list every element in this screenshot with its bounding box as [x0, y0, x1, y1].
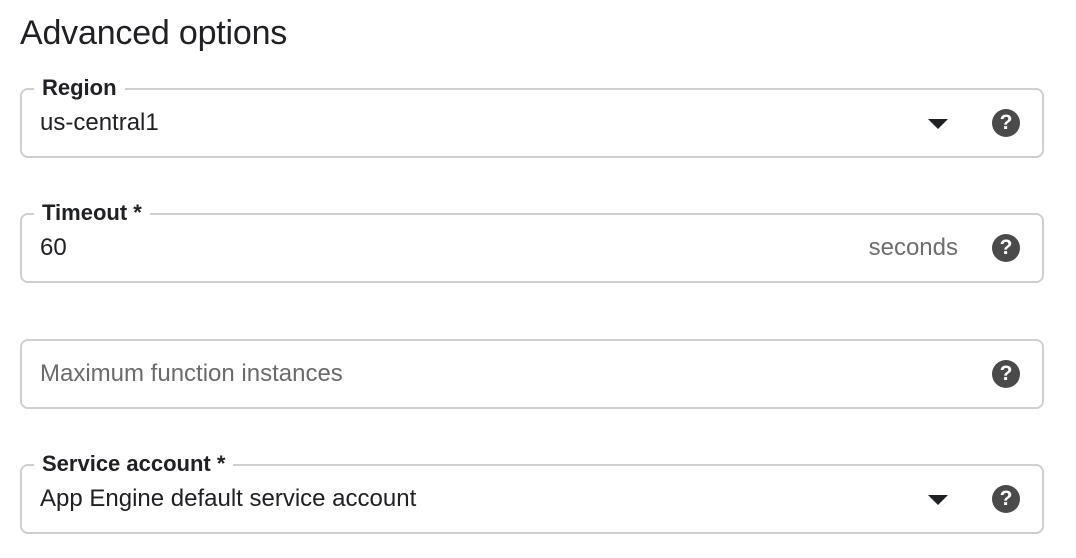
region-select[interactable]: Region us-central1 ? [20, 74, 1044, 158]
section-title: Advanced options [20, 14, 288, 52]
help-icon[interactable]: ? [992, 109, 1020, 137]
region-value: us-central1 [40, 109, 159, 136]
help-icon[interactable]: ? [992, 234, 1020, 262]
help-icon[interactable]: ? [992, 360, 1020, 388]
chevron-down-icon[interactable] [928, 495, 948, 505]
service-account-select[interactable]: Service account * App Engine default ser… [20, 450, 1044, 534]
timeout-suffix: seconds [868, 234, 958, 261]
chevron-down-icon[interactable] [928, 119, 948, 129]
service-account-value: App Engine default service account [40, 485, 417, 512]
timeout-label: Timeout * [34, 199, 150, 227]
region-label: Region [34, 74, 125, 102]
help-icon[interactable]: ? [992, 485, 1020, 513]
timeout-field: Timeout * seconds ? [20, 199, 1044, 283]
max-instances-field: ? [20, 339, 1044, 409]
service-account-label: Service account * [34, 450, 234, 478]
timeout-input[interactable] [40, 234, 800, 262]
max-instances-input[interactable] [40, 360, 800, 388]
